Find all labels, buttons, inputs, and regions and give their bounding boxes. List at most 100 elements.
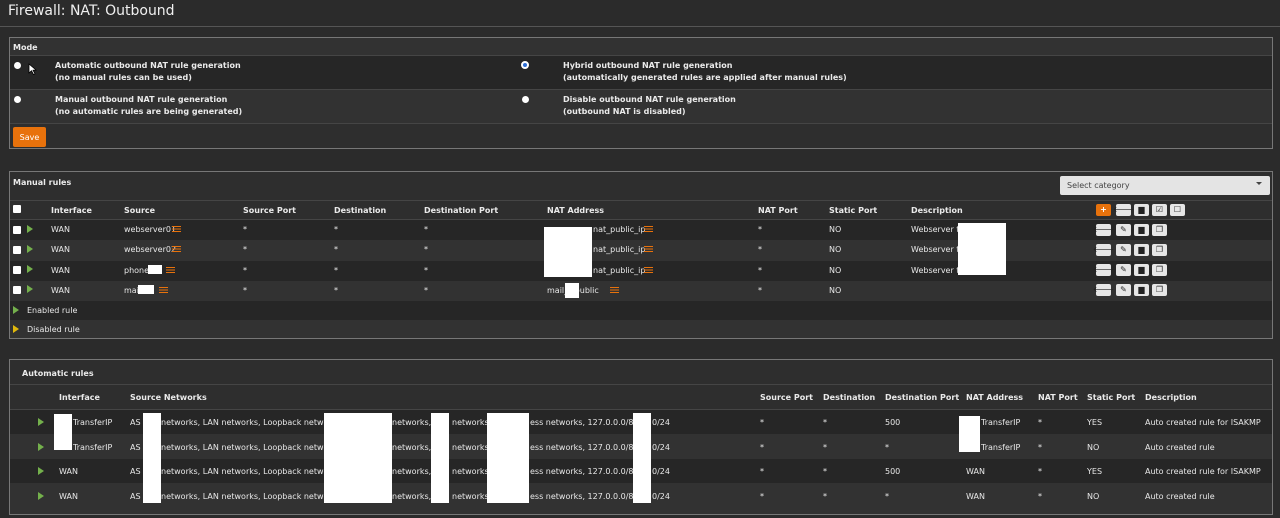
- pencil-icon[interactable]: ✎: [1116, 284, 1131, 296]
- enabled-rule-icon: [38, 467, 44, 475]
- arrow-left-icon[interactable]: 🡐: [1093, 284, 1114, 296]
- cell-source: mai: [124, 286, 139, 295]
- col-source-networks: Source Networks: [130, 393, 207, 402]
- arrow-left-icon[interactable]: 🡐: [1093, 244, 1114, 256]
- list-icon[interactable]: [644, 267, 653, 274]
- list-icon[interactable]: [166, 267, 175, 274]
- mode-manual-label: Manual outbound NAT rule generation: [55, 95, 228, 104]
- pencil-icon[interactable]: ✎: [1116, 224, 1131, 236]
- legend-disabled: Disabled rule: [27, 325, 80, 334]
- cell-source-port: *: [760, 467, 764, 476]
- trash-icon[interactable]: ▆: [1134, 284, 1149, 296]
- cell-nat-address: WAN: [966, 467, 985, 476]
- cell-destination-port: 500: [885, 467, 901, 476]
- list-icon[interactable]: [172, 226, 181, 233]
- pencil-icon[interactable]: ✎: [1116, 244, 1131, 256]
- cell-destination: *: [823, 418, 827, 427]
- cell-source-port: *: [243, 225, 247, 234]
- cell-description: Auto created rule for ISAKMP: [1145, 467, 1261, 476]
- trash-icon[interactable]: ▆: [1134, 204, 1149, 216]
- cell-source-port: *: [760, 418, 764, 427]
- cell-nat-address: TransferIP: [981, 443, 1021, 452]
- cell-static-port: NO: [1087, 443, 1100, 452]
- mouse-cursor-icon: [28, 63, 38, 76]
- cell-destination: *: [823, 492, 827, 501]
- col-nat-address: NAT Address: [966, 393, 1024, 402]
- cell-destination-port: *: [885, 443, 889, 452]
- mode-hybrid-label: Hybrid outbound NAT rule generation: [563, 61, 733, 70]
- enabled-rule-icon[interactable]: [27, 285, 33, 293]
- col-nat-port: NAT Port: [1038, 393, 1078, 402]
- list-icon[interactable]: [610, 287, 619, 294]
- redaction-block: [54, 414, 72, 450]
- copy-icon[interactable]: ❐: [1152, 244, 1167, 256]
- trash-icon[interactable]: ▆: [1134, 224, 1149, 236]
- cell-static-port: NO: [1087, 492, 1100, 501]
- cell-description: Auto created rule: [1145, 443, 1215, 452]
- cell-nat-port: *: [1038, 492, 1042, 501]
- cell-static-port: NO: [829, 225, 842, 234]
- redaction-block: [565, 283, 579, 298]
- select-all-checkbox[interactable]: [13, 205, 21, 213]
- disabled-rule-icon: [13, 325, 19, 333]
- cell-source-networks: AS: [130, 467, 141, 476]
- list-icon[interactable]: [644, 226, 653, 233]
- save-button[interactable]: Save: [13, 127, 46, 147]
- radio-hybrid[interactable]: [521, 61, 529, 69]
- list-icon[interactable]: [159, 287, 168, 294]
- cell-source: webserver01: [124, 225, 177, 234]
- arrow-left-icon[interactable]: 🡐: [1113, 204, 1134, 216]
- enabled-rule-icon[interactable]: [27, 245, 33, 253]
- cell-destination-port: *: [424, 286, 428, 295]
- redaction-block: [431, 413, 449, 503]
- col-source: Source: [124, 206, 156, 215]
- cell-interface: TransferIP: [73, 418, 113, 427]
- check-square-icon[interactable]: ☑: [1152, 204, 1167, 216]
- row-checkbox[interactable]: [13, 266, 21, 274]
- cell-source-networks: AS: [130, 443, 141, 452]
- cell-destination-port: *: [424, 266, 428, 275]
- square-icon[interactable]: ☐: [1170, 204, 1185, 216]
- mode-disable-desc: (outbound NAT is disabled): [563, 107, 686, 116]
- trash-icon[interactable]: ▆: [1134, 264, 1149, 276]
- copy-icon[interactable]: ❐: [1152, 264, 1167, 276]
- cell-destination: *: [823, 467, 827, 476]
- cell-interface: WAN: [51, 266, 70, 275]
- legend-enabled: Enabled rule: [27, 306, 78, 315]
- col-source-port: Source Port: [243, 206, 296, 215]
- arrow-left-icon[interactable]: 🡐: [1093, 224, 1114, 236]
- radio-manual[interactable]: [14, 96, 21, 103]
- cell-source-networks: AS: [130, 418, 141, 427]
- cell-source-networks: AS: [130, 492, 141, 501]
- arrow-left-icon[interactable]: 🡐: [1093, 264, 1114, 276]
- list-icon[interactable]: [644, 246, 653, 253]
- cell-source-networks: networks,: [452, 443, 492, 452]
- row-checkbox[interactable]: [13, 246, 21, 254]
- category-select[interactable]: Select category: [1060, 176, 1270, 195]
- plus-icon[interactable]: +: [1096, 204, 1111, 216]
- col-destination-port: Destination Port: [424, 206, 499, 215]
- trash-icon[interactable]: ▆: [1134, 244, 1149, 256]
- col-description: Description: [911, 206, 963, 215]
- pencil-icon[interactable]: ✎: [1116, 264, 1131, 276]
- cell-source-networks: networks, LAN networks, Loopback network…: [161, 467, 344, 476]
- radio-automatic[interactable]: [14, 62, 21, 69]
- cell-description: Auto created rule: [1145, 492, 1215, 501]
- list-icon[interactable]: [172, 246, 181, 253]
- cell-static-port: YES: [1087, 418, 1103, 427]
- copy-icon[interactable]: ❐: [1152, 284, 1167, 296]
- enabled-rule-icon: [38, 492, 44, 500]
- enabled-rule-icon: [13, 306, 19, 314]
- cell-destination-port: *: [424, 225, 428, 234]
- copy-icon[interactable]: ❐: [1152, 224, 1167, 236]
- cell-static-port: NO: [829, 286, 842, 295]
- radio-disable[interactable]: [522, 96, 529, 103]
- row-checkbox[interactable]: [13, 226, 21, 234]
- cell-source-networks: 0/24: [652, 467, 670, 476]
- mode-automatic-label: Automatic outbound NAT rule generation: [55, 61, 241, 70]
- cell-source-networks: networks,: [452, 492, 492, 501]
- enabled-rule-icon[interactable]: [27, 225, 33, 233]
- mode-hybrid-desc: (automatically generated rules are appli…: [563, 73, 847, 82]
- enabled-rule-icon[interactable]: [27, 265, 33, 273]
- row-checkbox[interactable]: [13, 286, 21, 294]
